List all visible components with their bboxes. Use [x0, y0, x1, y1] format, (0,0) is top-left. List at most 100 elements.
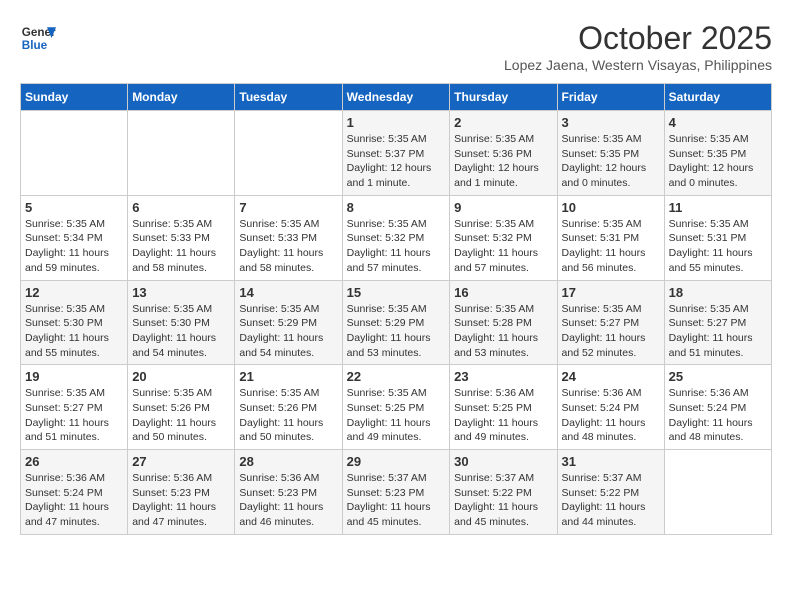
- calendar-cell: 15 Sunrise: 5:35 AMSunset: 5:29 PMDayligh…: [342, 280, 450, 365]
- day-number: 4: [669, 115, 767, 130]
- day-number: 28: [239, 454, 337, 469]
- weekday-header-saturday: Saturday: [664, 84, 771, 111]
- weekday-header-sunday: Sunday: [21, 84, 128, 111]
- calendar-cell: 4 Sunrise: 5:35 AMSunset: 5:35 PMDaylight…: [664, 111, 771, 196]
- day-number: 8: [347, 200, 446, 215]
- day-number: 5: [25, 200, 123, 215]
- cell-info: Sunrise: 5:36 AMSunset: 5:24 PMDaylight:…: [562, 386, 660, 445]
- day-number: 21: [239, 369, 337, 384]
- calendar-cell: 11 Sunrise: 5:35 AMSunset: 5:31 PMDayligh…: [664, 195, 771, 280]
- day-number: 29: [347, 454, 446, 469]
- day-number: 10: [562, 200, 660, 215]
- header: General Blue October 2025 Lopez Jaena, W…: [20, 20, 772, 73]
- day-number: 31: [562, 454, 660, 469]
- day-number: 23: [454, 369, 552, 384]
- location-subtitle: Lopez Jaena, Western Visayas, Philippine…: [504, 57, 772, 73]
- logo: General Blue: [20, 20, 56, 56]
- calendar-cell: 12Sunrise: 5:35 AMSunset: 5:30 PMDayligh…: [21, 280, 128, 365]
- cell-info: Sunrise: 5:36 AMSunset: 5:24 PMDaylight:…: [669, 386, 767, 445]
- day-number: 11: [669, 200, 767, 215]
- day-number: 12: [25, 285, 123, 300]
- day-number: 15: [347, 285, 446, 300]
- cell-info: Sunrise: 5:35 AMSunset: 5:29 PMDaylight:…: [239, 302, 337, 361]
- cell-info: Sunrise: 5:35 AMSunset: 5:34 PMDaylight:…: [25, 217, 123, 276]
- calendar-cell: 9Sunrise: 5:35 AMSunset: 5:32 PMDaylight…: [450, 195, 557, 280]
- calendar-cell: 26Sunrise: 5:36 AMSunset: 5:24 PMDayligh…: [21, 450, 128, 535]
- calendar-cell: 3 Sunrise: 5:35 AMSunset: 5:35 PMDaylight…: [557, 111, 664, 196]
- calendar-cell: 28 Sunrise: 5:36 AMSunset: 5:23 PMDayligh…: [235, 450, 342, 535]
- day-number: 14: [239, 285, 337, 300]
- calendar-cell: 17 Sunrise: 5:35 AMSunset: 5:27 PMDayligh…: [557, 280, 664, 365]
- day-number: 1: [347, 115, 446, 130]
- calendar-cell: 6 Sunrise: 5:35 AMSunset: 5:33 PMDaylight…: [128, 195, 235, 280]
- day-number: 17: [562, 285, 660, 300]
- day-number: 25: [669, 369, 767, 384]
- cell-info: Sunrise: 5:36 AMSunset: 5:23 PMDaylight:…: [239, 471, 337, 530]
- cell-info: Sunrise: 5:37 AMSunset: 5:22 PMDaylight:…: [562, 471, 660, 530]
- weekday-header-monday: Monday: [128, 84, 235, 111]
- calendar-table: SundayMondayTuesdayWednesdayThursdayFrid…: [20, 83, 772, 535]
- calendar-cell: 2Sunrise: 5:35 AMSunset: 5:36 PMDaylight…: [450, 111, 557, 196]
- day-number: 24: [562, 369, 660, 384]
- calendar-cell: 25 Sunrise: 5:36 AMSunset: 5:24 PMDayligh…: [664, 365, 771, 450]
- calendar-cell: 20Sunrise: 5:35 AMSunset: 5:26 PMDayligh…: [128, 365, 235, 450]
- cell-info: Sunrise: 5:35 AMSunset: 5:33 PMDaylight:…: [132, 217, 230, 276]
- calendar-cell: 13 Sunrise: 5:35 AMSunset: 5:30 PMDayligh…: [128, 280, 235, 365]
- cell-info: Sunrise: 5:35 AMSunset: 5:26 PMDaylight:…: [239, 386, 337, 445]
- svg-text:Blue: Blue: [22, 39, 48, 52]
- calendar-cell: 8 Sunrise: 5:35 AMSunset: 5:32 PMDaylight…: [342, 195, 450, 280]
- day-number: 13: [132, 285, 230, 300]
- day-number: 27: [132, 454, 230, 469]
- cell-info: Sunrise: 5:35 AMSunset: 5:31 PMDaylight:…: [669, 217, 767, 276]
- month-title: October 2025: [504, 20, 772, 57]
- calendar-cell: 10 Sunrise: 5:35 AMSunset: 5:31 PMDayligh…: [557, 195, 664, 280]
- day-number: 30: [454, 454, 552, 469]
- calendar-cell: [128, 111, 235, 196]
- cell-info: Sunrise: 5:35 AMSunset: 5:25 PMDaylight:…: [347, 386, 446, 445]
- cell-info: Sunrise: 5:37 AMSunset: 5:23 PMDaylight:…: [347, 471, 446, 530]
- day-number: 19: [25, 369, 123, 384]
- cell-info: Sunrise: 5:35 AMSunset: 5:37 PMDaylight:…: [347, 132, 446, 191]
- day-number: 22: [347, 369, 446, 384]
- cell-info: Sunrise: 5:36 AMSunset: 5:25 PMDaylight:…: [454, 386, 552, 445]
- day-number: 6: [132, 200, 230, 215]
- calendar-cell: 22 Sunrise: 5:35 AMSunset: 5:25 PMDayligh…: [342, 365, 450, 450]
- day-number: 3: [562, 115, 660, 130]
- calendar-cell: 18 Sunrise: 5:35 AMSunset: 5:27 PMDayligh…: [664, 280, 771, 365]
- calendar-cell: 23 Sunrise: 5:36 AMSunset: 5:25 PMDayligh…: [450, 365, 557, 450]
- weekday-header-thursday: Thursday: [450, 84, 557, 111]
- day-number: 7: [239, 200, 337, 215]
- cell-info: Sunrise: 5:35 AMSunset: 5:33 PMDaylight:…: [239, 217, 337, 276]
- cell-info: Sunrise: 5:35 AMSunset: 5:30 PMDaylight:…: [132, 302, 230, 361]
- calendar-cell: 19 Sunrise: 5:35 AMSunset: 5:27 PMDayligh…: [21, 365, 128, 450]
- cell-info: Sunrise: 5:35 AMSunset: 5:32 PMDaylight:…: [347, 217, 446, 276]
- cell-info: Sunrise: 5:36 AMSunset: 5:24 PMDaylight:…: [25, 471, 123, 530]
- calendar-cell: [235, 111, 342, 196]
- cell-info: Sunrise: 5:35 AMSunset: 5:27 PMDaylight:…: [25, 386, 123, 445]
- cell-info: Sunrise: 5:37 AMSunset: 5:22 PMDaylight:…: [454, 471, 552, 530]
- calendar-cell: 7 Sunrise: 5:35 AMSunset: 5:33 PMDaylight…: [235, 195, 342, 280]
- calendar-cell: 24 Sunrise: 5:36 AMSunset: 5:24 PMDayligh…: [557, 365, 664, 450]
- cell-info: Sunrise: 5:35 AMSunset: 5:27 PMDaylight:…: [562, 302, 660, 361]
- cell-info: Sunrise: 5:35 AMSunset: 5:29 PMDaylight:…: [347, 302, 446, 361]
- calendar-cell: 31 Sunrise: 5:37 AMSunset: 5:22 PMDayligh…: [557, 450, 664, 535]
- calendar-cell: [21, 111, 128, 196]
- weekday-header-tuesday: Tuesday: [235, 84, 342, 111]
- title-area: October 2025 Lopez Jaena, Western Visaya…: [504, 20, 772, 73]
- day-number: 2: [454, 115, 552, 130]
- calendar-cell: 29 Sunrise: 5:37 AMSunset: 5:23 PMDayligh…: [342, 450, 450, 535]
- cell-info: Sunrise: 5:35 AMSunset: 5:35 PMDaylight:…: [562, 132, 660, 191]
- cell-info: Sunrise: 5:35 AMSunset: 5:32 PMDaylight:…: [454, 217, 552, 276]
- weekday-header-wednesday: Wednesday: [342, 84, 450, 111]
- calendar-cell: [664, 450, 771, 535]
- calendar-cell: 21 Sunrise: 5:35 AMSunset: 5:26 PMDayligh…: [235, 365, 342, 450]
- weekday-header-friday: Friday: [557, 84, 664, 111]
- cell-info: Sunrise: 5:35 AMSunset: 5:31 PMDaylight:…: [562, 217, 660, 276]
- day-number: 18: [669, 285, 767, 300]
- calendar-cell: 5 Sunrise: 5:35 AMSunset: 5:34 PMDaylight…: [21, 195, 128, 280]
- cell-info: Sunrise: 5:35 AMSunset: 5:27 PMDaylight:…: [669, 302, 767, 361]
- cell-info: Sunrise: 5:35 AMSunset: 5:35 PMDaylight:…: [669, 132, 767, 191]
- cell-info: Sunrise: 5:35 AMSunset: 5:26 PMDaylight:…: [132, 386, 230, 445]
- calendar-cell: 30 Sunrise: 5:37 AMSunset: 5:22 PMDayligh…: [450, 450, 557, 535]
- logo-icon: General Blue: [20, 20, 56, 56]
